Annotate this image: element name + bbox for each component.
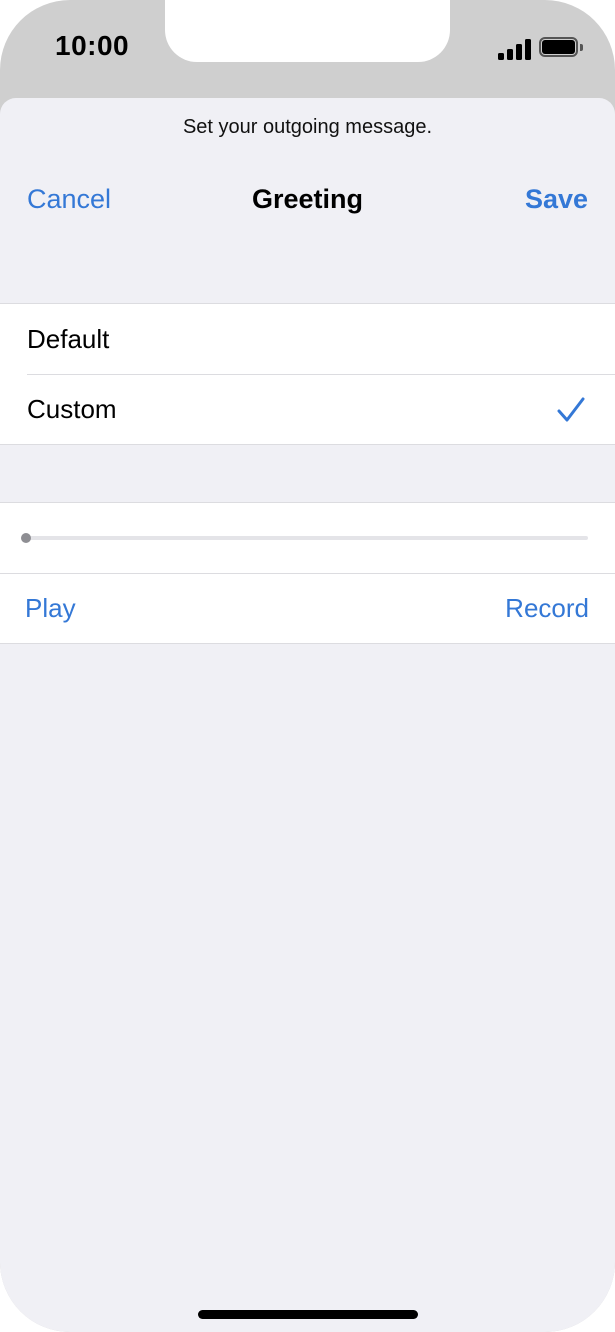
scrubber-track <box>26 536 588 540</box>
sheet-prompt: Set your outgoing message. <box>182 116 433 138</box>
option-custom[interactable]: Custom <box>0 374 615 444</box>
checkmark-icon <box>557 397 585 422</box>
cellular-signal-icon <box>498 38 532 60</box>
option-default[interactable]: Default <box>0 304 615 374</box>
home-indicator[interactable] <box>198 1310 418 1319</box>
playback-controls: Play Record <box>0 502 615 644</box>
notch <box>165 0 450 62</box>
phone-screen: 10:00 Set your outgoing message. Cancel … <box>0 0 615 1332</box>
greeting-options-list: Default Custom <box>0 303 615 445</box>
scrubber-handle[interactable] <box>21 533 31 543</box>
save-button[interactable]: Save <box>525 184 588 215</box>
play-button[interactable]: Play <box>25 593 76 624</box>
greeting-sheet: Set your outgoing message. Cancel Greeti… <box>0 98 615 1332</box>
status-time: 10:00 <box>55 30 130 61</box>
status-bar: 10:00 <box>0 0 615 100</box>
option-label: Default <box>27 323 110 354</box>
option-label: Custom <box>27 393 117 424</box>
record-button[interactable]: Record <box>505 593 589 624</box>
playback-scrubber[interactable] <box>0 503 615 573</box>
playback-button-row: Play Record <box>0 573 615 643</box>
battery-icon <box>539 37 585 59</box>
page-title: Greeting <box>251 184 364 214</box>
